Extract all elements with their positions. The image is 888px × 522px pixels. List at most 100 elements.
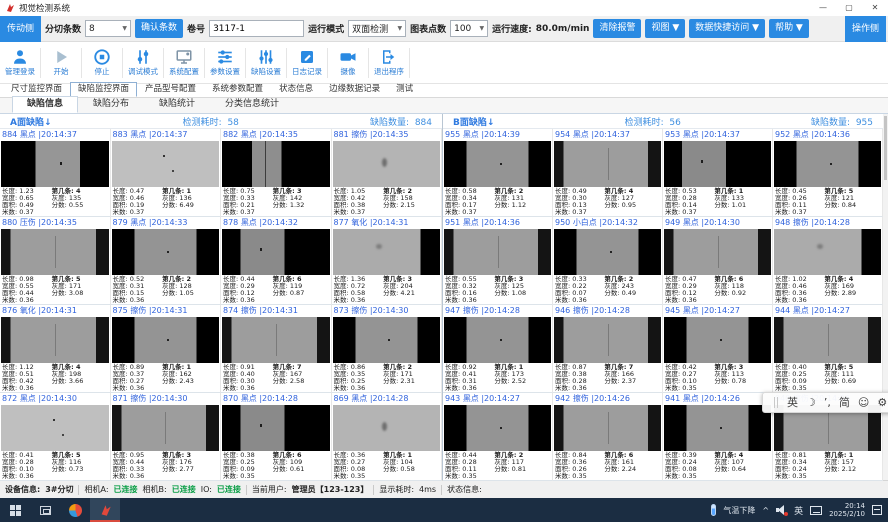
ime-emoji-icon[interactable]: ☺ — [858, 392, 869, 413]
defect-cell[interactable]: 882 黑点 |20:14:35 长度: 0.75 宽度: 0.33 面积: 0… — [221, 129, 332, 217]
defect-cell[interactable]: 942 擦伤 |20:14:26 长度: 0.84 宽度: 0.36 面积: 0… — [553, 393, 663, 481]
ime-fullwidth-icon[interactable]: ☽ — [806, 392, 816, 413]
cell-info: 长度: 1.02 宽度: 0.46 面积: 0.36 米数: 0.36 第几条:… — [773, 275, 882, 304]
defect-thumbnail — [222, 229, 330, 275]
defect-cell[interactable]: 869 黑点 |20:14:28 长度: 0.36 宽度: 0.27 面积: 0… — [332, 393, 443, 481]
debug-mode-button[interactable]: 调试模式 — [123, 48, 163, 77]
defect-cell[interactable]: 941 黑点 |20:14:26 长度: 0.39 宽度: 0.24 面积: 0… — [663, 393, 773, 481]
defect-cell[interactable]: 881 擦伤 |20:14:35 长度: 1.05 宽度: 0.42 面积: 0… — [332, 129, 443, 217]
device-info-label: 设备信息: — [5, 484, 40, 495]
help-menu-button[interactable]: 帮助 ▼ — [769, 19, 809, 38]
defect-cell[interactable]: 943 黑点 |20:14:27 长度: 0.44 宽度: 0.28 面积: 0… — [443, 393, 553, 481]
taskbar-clock[interactable]: 20:14 2025/2/10 — [829, 502, 865, 518]
defect-cell[interactable]: 951 黑点 |20:14:36 长度: 0.55 宽度: 0.32 面积: 0… — [443, 217, 553, 305]
defect-cell[interactable]: 875 擦伤 |20:14:31 长度: 0.89 宽度: 0.37 面积: 0… — [111, 305, 222, 393]
vertical-scrollbar[interactable] — [883, 114, 888, 480]
thermometer-icon[interactable] — [711, 504, 716, 516]
close-icon[interactable]: ✕ — [862, 0, 888, 16]
admin-login-button[interactable]: 管理登录 — [0, 48, 40, 77]
tab-product-model-config[interactable]: 产品型号配置 — [137, 82, 204, 97]
defect-cell[interactable]: 883 黑点 |20:14:37 长度: 0.47 宽度: 0.46 面积: 0… — [111, 129, 222, 217]
system-config-button[interactable]: 系统配置 — [164, 48, 204, 77]
ime-settings-icon[interactable]: ⚙ — [877, 392, 887, 413]
tray-expand-icon[interactable]: ^ — [762, 506, 769, 515]
ime-simplified-toggle[interactable]: 简 — [839, 392, 850, 413]
defect-cell[interactable]: 876 氧化 |20:14:31 长度: 1.12 宽度: 0.51 面积: 0… — [0, 305, 111, 393]
strip-count-select[interactable]: 8▼ — [85, 20, 131, 37]
inspection-app-taskbar-button[interactable] — [90, 498, 120, 522]
defect-cell[interactable]: 953 黑点 |20:14:37 长度: 0.53 宽度: 0.28 面积: 0… — [663, 129, 773, 217]
camera-button[interactable]: 摄像 — [328, 48, 368, 77]
cell-header: 870 黑点 |20:14:28 — [221, 393, 331, 405]
stop-button[interactable]: 停止 — [82, 48, 122, 77]
defect-cell[interactable]: 944 黑点 |20:14:27 长度: 0.40 宽度: 0.25 面积: 0… — [773, 305, 883, 393]
defect-settings-button[interactable]: 缺陷设置 — [246, 48, 286, 77]
chart-points-select[interactable]: 100▼ — [450, 20, 488, 37]
icon-toolbar: 管理登录 开始 停止 调试模式 系统配置 参数设置 缺陷设置 日志记录 摄像 退… — [0, 42, 888, 84]
tab-defect-statistics[interactable]: 缺陷统计 — [144, 96, 210, 113]
app-logo-icon — [99, 504, 112, 517]
defect-cell[interactable]: 879 黑点 |20:14:33 长度: 0.52 宽度: 0.31 面积: 0… — [111, 217, 222, 305]
data-quick-access-button[interactable]: 数据快捷访问 ▼ — [689, 19, 765, 38]
defect-cell[interactable]: 945 黑点 |20:14:27 长度: 0.42 宽度: 0.27 面积: 0… — [663, 305, 773, 393]
defect-cell[interactable]: 870 黑点 |20:14:28 长度: 0.38 宽度: 0.25 面积: 0… — [221, 393, 332, 481]
tab-defect-distribution[interactable]: 缺陷分布 — [78, 96, 144, 113]
touch-keyboard-icon[interactable] — [810, 506, 822, 515]
start-button[interactable]: 开始 — [41, 48, 81, 77]
scrollbar-thumb[interactable] — [884, 116, 887, 180]
panel-a-title[interactable]: A面缺陷↓ — [10, 115, 52, 128]
browser-taskbar-button[interactable] — [60, 498, 90, 522]
task-view-button[interactable] — [30, 498, 60, 522]
defect-cell[interactable]: 872 黑点 |20:14:30 长度: 0.41 宽度: 0.28 面积: 0… — [0, 393, 111, 481]
defect-cell[interactable]: 874 擦伤 |20:14:31 长度: 0.91 宽度: 0.40 面积: 0… — [221, 305, 332, 393]
defect-cell[interactable]: 877 氧化 |20:14:31 长度: 1.36 宽度: 0.72 面积: 0… — [332, 217, 443, 305]
tab-defect-monitor[interactable]: 缺陷监控界面 — [70, 82, 137, 97]
roll-number-input[interactable] — [209, 20, 304, 37]
tab-test[interactable]: 测试 — [388, 82, 421, 97]
tab-class-info-statistics[interactable]: 分类信息统计 — [210, 96, 294, 113]
defect-cell[interactable]: 880 压伤 |20:14:35 长度: 0.98 宽度: 0.55 面积: 0… — [0, 217, 111, 305]
exit-program-button[interactable]: 退出程序 — [369, 48, 409, 77]
tab-size-monitor[interactable]: 尺寸监控界面 — [3, 82, 70, 97]
defect-cell[interactable]: 955 黑点 |20:14:39 长度: 0.58 宽度: 0.34 面积: 0… — [443, 129, 553, 217]
defect-cell[interactable]: 946 擦伤 |20:14:28 长度: 0.87 宽度: 0.38 面积: 0… — [553, 305, 663, 393]
clear-alarm-button[interactable]: 清除报警 — [593, 19, 641, 38]
view-menu-button[interactable]: 视图 ▼ — [645, 19, 685, 38]
defect-cell[interactable]: 952 黑点 |20:14:36 长度: 0.45 宽度: 0.26 面积: 0… — [773, 129, 883, 217]
speaker-icon[interactable] — [776, 505, 787, 515]
tab-edge-data-record[interactable]: 边缘数据记录 — [321, 82, 388, 97]
log-record-button[interactable]: 日志记录 — [287, 48, 327, 77]
operator-side-button[interactable]: 操作侧 — [845, 16, 886, 42]
defect-cell[interactable]: 948 擦伤 |20:14:28 长度: 1.02 宽度: 0.46 面积: 0… — [773, 217, 883, 305]
language-indicator[interactable]: 英 — [794, 504, 803, 517]
camera-a-status: 已连接 — [114, 484, 138, 495]
defect-thumbnail — [664, 141, 771, 187]
maximize-icon[interactable]: ▢ — [836, 0, 862, 16]
minimize-icon[interactable]: — — [810, 0, 836, 16]
drive-side-button[interactable]: 传动侧 — [0, 16, 41, 42]
tab-system-param-config[interactable]: 系统参数配置 — [204, 82, 271, 97]
panel-b-title[interactable]: B面缺陷↓ — [453, 115, 494, 128]
defect-cell[interactable]: 954 黑点 |20:14:37 长度: 0.49 宽度: 0.30 面积: 0… — [553, 129, 663, 217]
start-menu-button[interactable] — [0, 498, 30, 522]
defect-thumbnail — [1, 141, 109, 187]
defect-cell[interactable]: 878 黑点 |20:14:32 长度: 0.44 宽度: 0.29 面积: 0… — [221, 217, 332, 305]
ime-mode-toggle[interactable]: 英 — [787, 392, 798, 413]
tab-defect-info[interactable]: 缺陷信息 — [12, 96, 78, 113]
weather-text[interactable]: 气温下降 — [723, 505, 755, 516]
defect-thumbnail — [112, 229, 220, 275]
defect-cell[interactable]: 947 擦伤 |20:14:28 长度: 0.92 宽度: 0.41 面积: 0… — [443, 305, 553, 393]
defect-cell[interactable]: 873 擦伤 |20:14:30 长度: 0.86 宽度: 0.35 面积: 0… — [332, 305, 443, 393]
confirm-count-button[interactable]: 确认条数 — [135, 19, 183, 38]
run-mode-select[interactable]: 双面检测▼ — [348, 20, 406, 37]
vertical-sliders-icon — [134, 48, 152, 66]
defect-cell[interactable]: 949 黑点 |20:14:30 长度: 0.47 宽度: 0.29 面积: 0… — [663, 217, 773, 305]
ime-punctuation-toggle[interactable]: ’, — [824, 392, 831, 413]
action-center-icon[interactable] — [872, 505, 882, 515]
defect-cell[interactable]: 884 黑点 |20:14:37 长度: 1.23 宽度: 0.65 面积: 0… — [0, 129, 111, 217]
parameter-settings-button[interactable]: 参数设置 — [205, 48, 245, 77]
roll-number-label: 卷号 — [187, 22, 205, 35]
defect-cell[interactable]: 950 小白点 |20:14:32 长度: 0.33 宽度: 0.22 面积: … — [553, 217, 663, 305]
defect-cell[interactable]: 871 擦伤 |20:14:30 长度: 0.95 宽度: 0.44 面积: 0… — [111, 393, 222, 481]
tab-status-info[interactable]: 状态信息 — [271, 82, 321, 97]
